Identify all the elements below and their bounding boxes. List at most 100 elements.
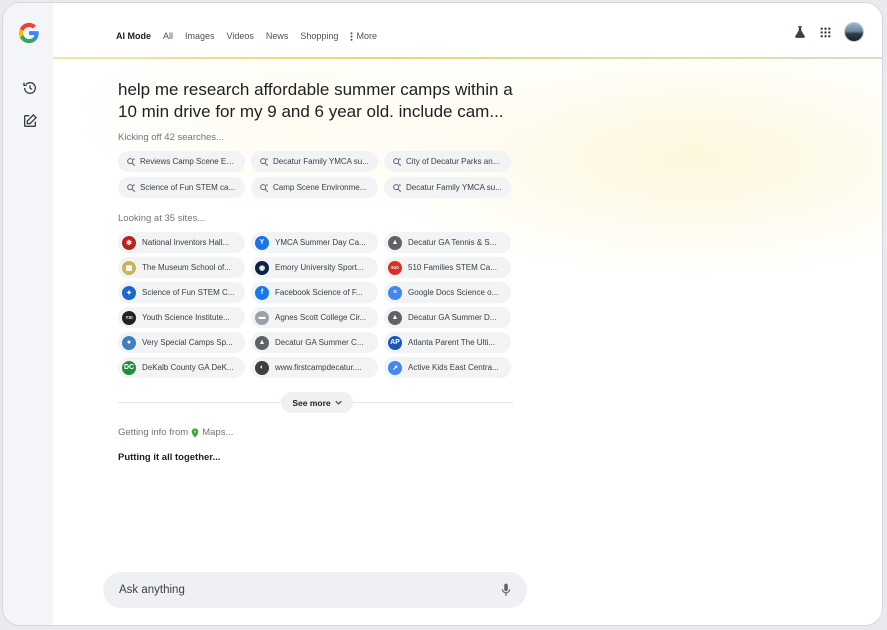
science-of-fun-icon: ✦ [122, 285, 136, 300]
510-families-icon: 510 [388, 260, 402, 275]
source-site-chip[interactable]: ✦ Science of Fun STEM C... [118, 282, 245, 303]
active-kids-icon: ↗ [388, 360, 402, 375]
sites-status: Looking at 35 sites... [118, 213, 518, 224]
source-site-label: DeKalb County GA DeK... [142, 363, 234, 372]
source-site-label: Science of Fun STEM C... [142, 288, 235, 297]
source-site-chip[interactable]: ◉ Emory University Sport... [251, 257, 378, 278]
search-query-label: Science of Fun STEM ca... [140, 183, 236, 192]
search-query-label: Camp Scene Environme... [273, 183, 367, 192]
decatur-icon: ▲ [388, 310, 402, 325]
source-site-chip[interactable]: ≡ Google Docs Science o... [384, 282, 511, 303]
source-site-label: National Inventors Hall... [142, 238, 230, 247]
search-query-label: Decatur Family YMCA su... [273, 157, 369, 166]
tab-more[interactable]: More [350, 31, 377, 41]
search-query-chip[interactable]: City of Decatur Parks an... [384, 151, 511, 172]
source-site-label: Decatur GA Summer C... [275, 338, 364, 347]
source-site-chip[interactable]: ◐ www.firstcampdecatur.... [251, 357, 378, 378]
tab-videos[interactable]: Videos [227, 31, 254, 41]
source-site-label: Youth Science Institute... [142, 313, 230, 322]
atlanta-parent-icon: AP [388, 335, 402, 350]
source-site-chip[interactable]: ● Very Special Camps Sp... [118, 332, 245, 353]
source-site-chip[interactable]: Y YMCA Summer Day Ca... [251, 232, 378, 253]
source-site-chip[interactable]: YSI Youth Science Institute... [118, 307, 245, 328]
decatur-icon: ▲ [255, 335, 269, 350]
source-site-label: Agnes Scott College Cir... [275, 313, 367, 322]
source-site-chip[interactable]: ▦ The Museum School of... [118, 257, 245, 278]
source-site-label: Very Special Camps Sp... [142, 338, 233, 347]
dekalb-icon: DC [122, 360, 136, 375]
facebook-icon: f [255, 285, 269, 300]
source-site-label: www.firstcampdecatur.... [275, 363, 362, 372]
top-right-actions [793, 22, 864, 42]
tab-more-label: More [356, 31, 377, 41]
source-site-chip[interactable]: ▲ Decatur GA Summer D... [384, 307, 511, 328]
search-query-chip[interactable]: Camp Scene Environme... [251, 177, 378, 198]
google-logo-icon[interactable] [18, 22, 40, 44]
tab-shopping[interactable]: Shopping [300, 31, 338, 41]
getting-info-status: Getting info from Maps... [118, 427, 518, 438]
search-sparkle-icon [127, 183, 136, 192]
search-query-chip[interactable]: Decatur Family YMCA su... [384, 177, 511, 198]
firstcamp-icon: ◐ [255, 360, 269, 375]
search-query-chip[interactable]: Reviews Camp Scene En... [118, 151, 245, 172]
nihf-icon: ✻ [122, 235, 136, 250]
source-site-label: Facebook Science of F... [275, 288, 363, 297]
source-site-label: Active Kids East Centra... [408, 363, 499, 372]
source-site-chip[interactable]: ▲ Decatur GA Tennis & S... [384, 232, 511, 253]
searches-prefix: Kicking off [118, 132, 162, 143]
searches-count: 42 searches... [164, 132, 224, 143]
very-special-camps-icon: ● [122, 335, 136, 350]
source-site-chip[interactable]: ↗ Active Kids East Centra... [384, 357, 511, 378]
ysi-icon: YSI [122, 310, 136, 325]
history-icon[interactable] [22, 80, 38, 96]
search-sparkle-icon [127, 157, 136, 166]
source-site-chip[interactable]: ✻ National Inventors Hall... [118, 232, 245, 253]
browser-frame: AI Mode All Images Videos News Shopping … [2, 2, 883, 626]
ask-input-bar[interactable]: Ask anything [103, 572, 527, 608]
apps-grid-icon[interactable] [819, 26, 832, 39]
search-query-label: Decatur Family YMCA su... [406, 183, 502, 192]
microphone-icon[interactable] [501, 583, 511, 597]
source-site-chip[interactable]: f Facebook Science of F... [251, 282, 378, 303]
source-site-label: Emory University Sport... [275, 263, 364, 272]
chevron-down-icon [334, 400, 342, 405]
site-chips: ✻ National Inventors Hall... Y YMCA Summer … [118, 232, 518, 378]
source-site-chip[interactable]: 510 510 Families STEM Ca... [384, 257, 511, 278]
ai-response: help me research affordable summer camps… [118, 79, 518, 463]
source-site-chip[interactable]: AP Atlanta Parent The Ulti... [384, 332, 511, 353]
see-more-label: See more [292, 397, 331, 408]
new-chat-icon[interactable] [22, 113, 38, 129]
account-avatar[interactable] [844, 22, 864, 42]
search-sparkle-icon [393, 157, 402, 166]
source-site-chip[interactable]: ▲ Decatur GA Summer C... [251, 332, 378, 353]
tab-ai-mode[interactable]: AI Mode [116, 31, 151, 41]
getting-info-prefix: Getting info from [118, 427, 189, 438]
putting-together-status: Putting it all together... [118, 452, 221, 463]
getting-info-source: Maps... [202, 427, 234, 438]
maps-pin-icon [191, 427, 199, 438]
labs-flask-icon[interactable] [793, 25, 807, 39]
search-query-label: Reviews Camp Scene En... [140, 157, 237, 166]
search-sparkle-icon [393, 183, 402, 192]
google-docs-icon: ≡ [388, 285, 402, 300]
ask-input[interactable]: Ask anything [119, 584, 501, 596]
tab-images[interactable]: Images [185, 31, 215, 41]
search-sparkle-icon [260, 183, 269, 192]
source-site-label: The Museum School of... [142, 263, 231, 272]
tab-news[interactable]: News [266, 31, 289, 41]
search-query-chip[interactable]: Decatur Family YMCA su... [251, 151, 378, 172]
user-query: help me research affordable summer camps… [118, 80, 513, 121]
ymca-icon: Y [255, 235, 269, 250]
emory-icon: ◉ [255, 260, 269, 275]
tab-all[interactable]: All [163, 31, 173, 41]
see-more-row: See more [118, 392, 518, 413]
more-vert-icon [350, 31, 353, 41]
source-site-label: 510 Families STEM Ca... [408, 263, 497, 272]
search-chips: Reviews Camp Scene En... Decatur Family Y… [118, 151, 518, 198]
museum-school-icon: ▦ [122, 260, 136, 275]
search-query-chip[interactable]: Science of Fun STEM ca... [118, 177, 245, 198]
top-bar: AI Mode All Images Videos News Shopping … [53, 3, 882, 59]
source-site-chip[interactable]: DC DeKalb County GA DeK... [118, 357, 245, 378]
see-more-button[interactable]: See more [281, 392, 353, 413]
source-site-chip[interactable]: ▬ Agnes Scott College Cir... [251, 307, 378, 328]
